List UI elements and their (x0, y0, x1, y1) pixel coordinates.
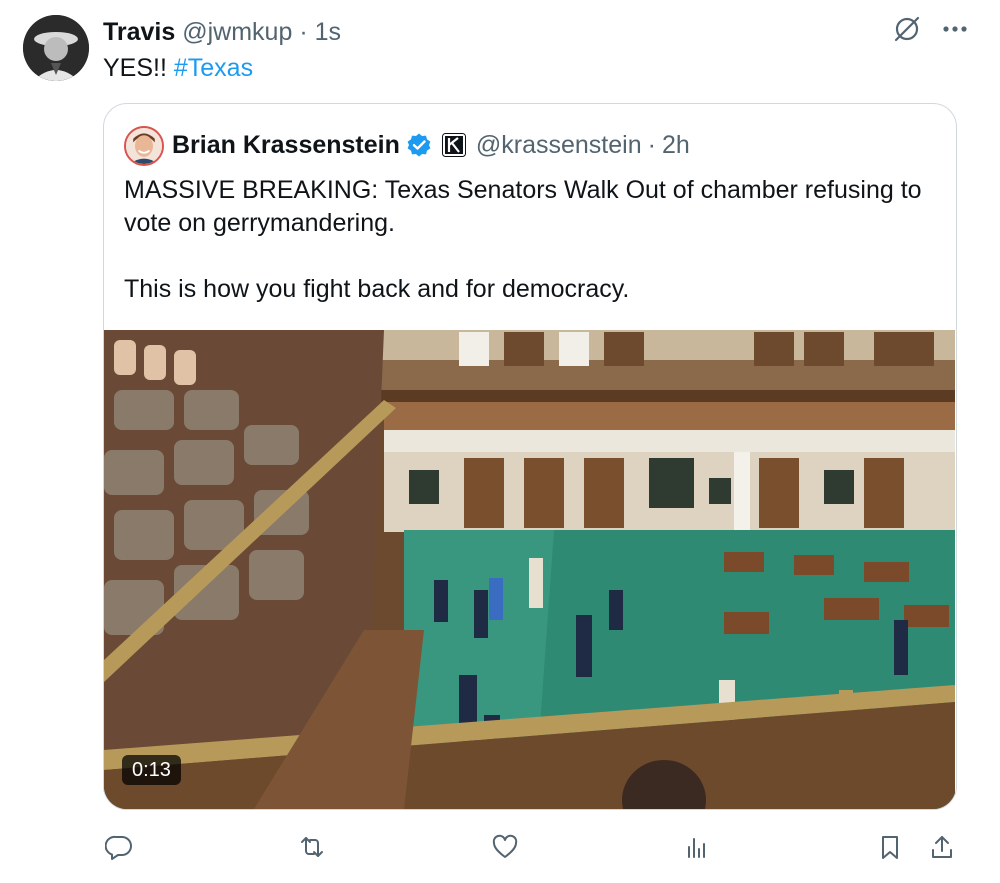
hashtag-link[interactable]: #Texas (174, 54, 253, 82)
author-handle[interactable]: @jwmkup (182, 18, 292, 46)
tweet-text: YES!! #Texas (103, 52, 253, 84)
timestamp[interactable]: 1s (315, 18, 341, 46)
video-thumbnail (104, 330, 955, 809)
like-button[interactable] (489, 830, 521, 864)
verified-badge-icon[interactable] (400, 132, 432, 158)
retweet-button[interactable] (296, 830, 328, 864)
quoted-paragraph-2: This is how you fight back and for democ… (124, 275, 630, 303)
separator-dot: · (299, 18, 308, 46)
reply-icon (105, 835, 132, 860)
action-bar (103, 830, 963, 864)
affiliation-k-icon[interactable] (432, 133, 476, 157)
share-button[interactable] (926, 830, 958, 864)
avatar[interactable] (23, 15, 89, 81)
like-icon (492, 834, 518, 858)
more-icon[interactable] (940, 14, 970, 44)
views-icon (688, 838, 705, 858)
quoted-separator-dot: · (647, 131, 656, 159)
tweet-text-body: YES!! (103, 54, 174, 82)
quoted-tweet-card[interactable]: Brian Krassenstein @krassenstein · 2h MA… (103, 103, 957, 810)
tweet-header: Travis @jwmkup · 1s (103, 16, 341, 48)
retweet-icon (301, 837, 323, 857)
reply-button[interactable] (103, 830, 135, 864)
quoted-author-name[interactable]: Brian Krassenstein (172, 129, 400, 161)
author-name[interactable]: Travis (103, 18, 175, 46)
share-icon (932, 836, 952, 858)
quoted-tweet-text: MASSIVE BREAKING: Texas Senators Walk Ou… (124, 174, 934, 306)
views-button[interactable] (681, 830, 713, 864)
quoted-header: Brian Krassenstein @krassenstein · 2h (172, 129, 690, 161)
top-actions (892, 14, 970, 44)
bookmark-button[interactable] (874, 830, 906, 864)
quoted-paragraph-1: MASSIVE BREAKING: Texas Senators Walk Ou… (124, 176, 922, 237)
video-player[interactable]: 0:13 (104, 330, 955, 809)
bookmark-icon (882, 836, 898, 859)
quoted-timestamp[interactable]: 2h (662, 129, 690, 161)
quoted-avatar[interactable] (124, 126, 164, 166)
grok-icon[interactable] (892, 14, 922, 44)
quoted-author-handle[interactable]: @krassenstein (476, 129, 642, 161)
video-duration: 0:13 (122, 755, 181, 785)
